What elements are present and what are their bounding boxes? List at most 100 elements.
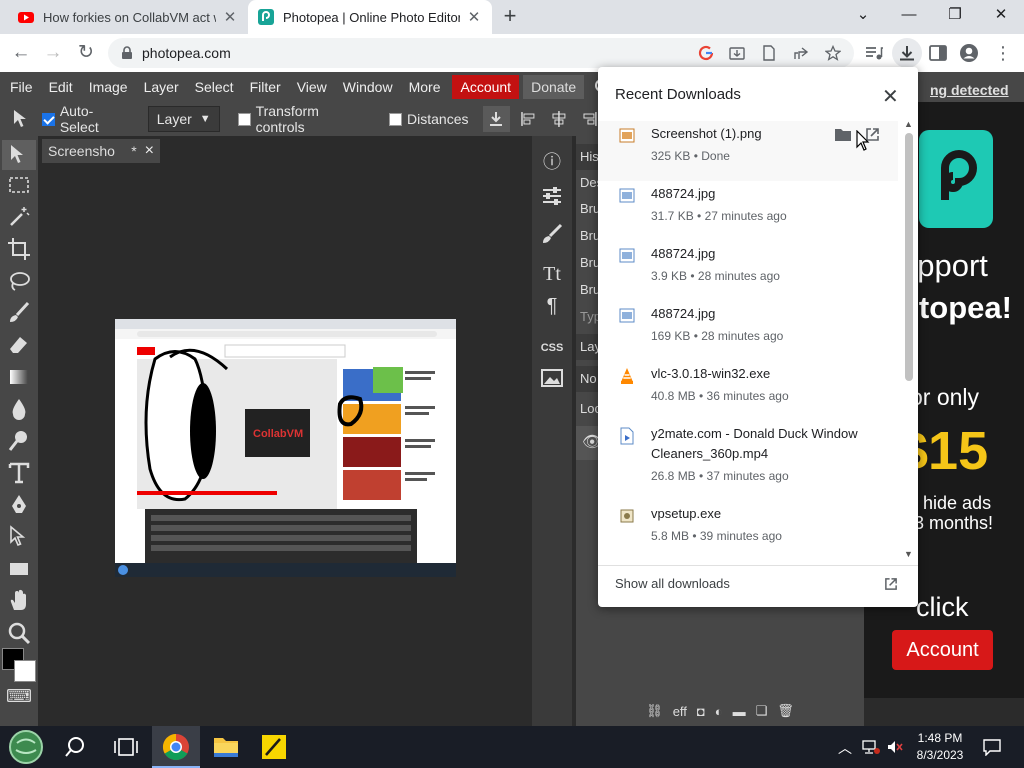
type-tool-icon[interactable] [6, 460, 32, 486]
link-layers-icon[interactable]: ⛓ [646, 703, 663, 719]
new-tab-button[interactable]: + [497, 4, 523, 30]
menu-view[interactable]: View [289, 72, 335, 102]
blur-tool-icon[interactable] [6, 396, 32, 422]
media-control-icon[interactable] [864, 43, 884, 63]
history-row[interactable]: Bru [576, 223, 600, 249]
menu-image[interactable]: Image [81, 72, 136, 102]
adjustments-icon[interactable] [540, 184, 564, 208]
tab-youtube[interactable]: How forkies on CollabVM act wh ✕ [8, 0, 248, 34]
menu-edit[interactable]: Edit [41, 72, 81, 102]
character-panel-icon[interactable]: Tt [540, 262, 564, 286]
menu-window[interactable]: Window [335, 72, 401, 102]
hand-tool-icon[interactable] [6, 588, 32, 614]
close-document-icon[interactable]: × [145, 142, 154, 160]
start-orb-icon[interactable] [2, 726, 50, 768]
taskbar-clock[interactable]: 1:48 PM 8/3/2023 [908, 730, 972, 764]
chrome-menu-icon[interactable]: ⋮ [990, 40, 1016, 66]
ad-account-button[interactable]: Account [892, 630, 993, 670]
folder-icon[interactable]: ▬ [733, 704, 746, 719]
tab-close-icon[interactable]: ✕ [222, 8, 238, 26]
download-align-icon[interactable] [482, 106, 511, 132]
auto-select-checkbox[interactable] [41, 112, 55, 126]
scroll-up-icon[interactable]: ▲ [904, 119, 913, 129]
align-left-icon[interactable] [520, 110, 538, 128]
move-tool-icon[interactable] [6, 142, 32, 168]
history-row[interactable]: Bru [576, 277, 600, 303]
menu-account[interactable]: Account [452, 75, 520, 99]
history-row[interactable]: Bru [576, 196, 600, 222]
taskbar-chrome[interactable] [152, 726, 200, 768]
tab-search-icon[interactable]: ⌄ [840, 0, 886, 30]
downloads-button[interactable] [892, 38, 922, 68]
show-hidden-icons-icon[interactable]: ︿ [838, 738, 852, 758]
mask-icon[interactable]: ◘ [697, 704, 705, 719]
align-right-icon[interactable] [580, 110, 598, 128]
share-icon[interactable] [793, 45, 809, 61]
back-button[interactable]: ← [8, 40, 34, 66]
magic-wand-tool-icon[interactable] [6, 204, 32, 230]
folder-icon[interactable] [835, 128, 851, 142]
menu-donate[interactable]: Donate [523, 75, 585, 99]
page-icon[interactable] [761, 45, 777, 61]
auto-select-target-dropdown[interactable]: Layer ▼ [147, 106, 220, 132]
network-icon[interactable] [862, 739, 880, 755]
document-tab[interactable]: Screensho * × [42, 139, 160, 163]
download-item[interactable]: 488724.jpg 3.9 KB • 28 minutes ago [598, 241, 898, 301]
menu-filter[interactable]: Filter [242, 72, 289, 102]
adjustment-layer-icon[interactable]: ◐ [715, 704, 723, 719]
crop-tool-icon[interactable] [6, 236, 32, 262]
background-color-swatch[interactable] [14, 660, 36, 682]
show-all-downloads-link[interactable]: Show all downloads [615, 576, 730, 591]
close-downloads-icon[interactable]: ✕ [882, 84, 899, 109]
align-center-icon[interactable] [550, 110, 568, 128]
address-bar[interactable]: photopea.com [108, 38, 854, 68]
history-row[interactable]: Bru [576, 250, 600, 276]
install-app-icon[interactable] [729, 45, 745, 61]
pen-tool-icon[interactable] [6, 492, 32, 518]
brush-tool-icon[interactable] [6, 300, 32, 326]
document-canvas-image[interactable]: CollabVM [115, 319, 456, 577]
rectangle-tool-icon[interactable] [6, 556, 32, 582]
task-view-icon[interactable] [102, 726, 150, 768]
keyboard-icon[interactable]: ⌨ [6, 686, 32, 712]
brush-settings-icon[interactable] [540, 222, 564, 246]
search-icon[interactable] [54, 726, 102, 768]
notifications-icon[interactable] [982, 738, 1002, 756]
menu-file[interactable]: File [2, 72, 41, 102]
minimize-button[interactable]: — [886, 0, 932, 30]
reload-button[interactable]: ↻ [73, 40, 99, 66]
download-item[interactable]: 488724.jpg 169 KB • 28 minutes ago [598, 301, 898, 361]
sticky-app-icon[interactable] [250, 726, 298, 768]
download-item[interactable]: vlc-3.0.18-win32.exe 40.8 MB • 36 minute… [598, 361, 898, 421]
volume-muted-icon[interactable] [886, 739, 904, 755]
forward-button[interactable]: → [40, 40, 66, 66]
file-explorer-icon[interactable] [202, 726, 250, 768]
image-panel-icon[interactable] [540, 366, 564, 390]
distances-checkbox[interactable] [389, 112, 403, 126]
bookmark-star-icon[interactable] [825, 45, 841, 61]
eraser-tool-icon[interactable] [6, 332, 32, 358]
css-panel-icon[interactable]: CSS [540, 336, 564, 360]
delete-layer-icon[interactable]: 🗑 [777, 703, 794, 719]
info-icon[interactable]: ⓘ [540, 150, 564, 174]
effects-icon[interactable]: eff [673, 704, 687, 719]
transform-controls-checkbox[interactable] [237, 112, 251, 126]
move-tool-icon[interactable] [10, 108, 32, 130]
download-item[interactable]: Screenshot (1).png 325 KB • Done [598, 121, 898, 181]
scrollbar-thumb[interactable] [905, 133, 913, 381]
download-item[interactable]: vpsetup.exe 5.8 MB • 39 minutes ago [598, 501, 898, 561]
marquee-tool-icon[interactable] [6, 172, 32, 198]
paragraph-panel-icon[interactable]: ¶ [540, 294, 564, 318]
menu-more[interactable]: More [401, 72, 449, 102]
new-layer-icon[interactable]: ❏ [756, 703, 768, 719]
tab-photopea[interactable]: Photopea | Online Photo Editor ✕ [248, 0, 492, 34]
profile-avatar-icon[interactable] [959, 43, 979, 63]
download-item[interactable]: y2mate.com - Donald Duck Window Cleaners… [598, 421, 898, 501]
path-select-tool-icon[interactable] [6, 524, 32, 550]
tab-close-icon[interactable]: ✕ [466, 8, 482, 26]
side-panel-icon[interactable] [928, 43, 948, 63]
dodge-tool-icon[interactable] [6, 428, 32, 454]
download-item[interactable]: 488724.jpg 31.7 KB • 27 minutes ago [598, 181, 898, 241]
restore-button[interactable]: ❐ [932, 0, 978, 30]
menu-select[interactable]: Select [187, 72, 242, 102]
